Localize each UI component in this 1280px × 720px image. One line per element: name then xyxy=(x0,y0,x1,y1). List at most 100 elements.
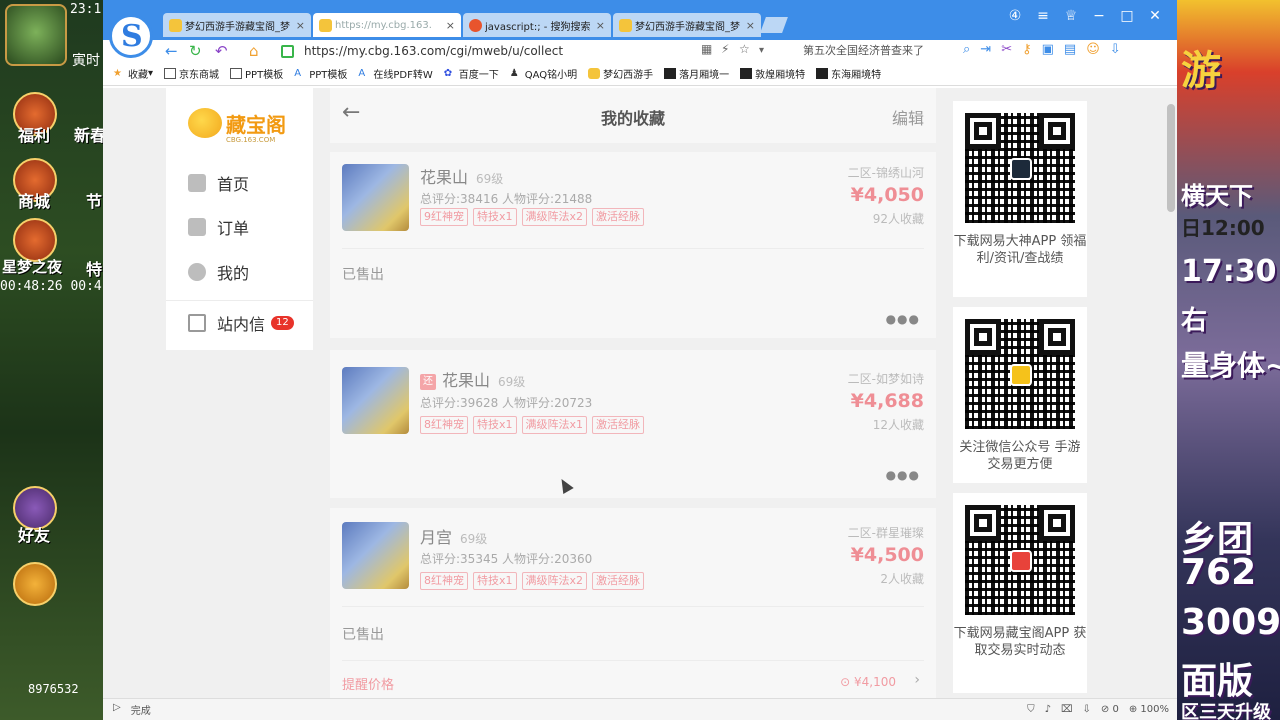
bookmark-pdf[interactable]: A 在线PDF转W xyxy=(358,66,432,81)
page-icon xyxy=(164,68,177,79)
collection-card[interactable]: 月宫 69级 总评分:35345 人物评分:20360 8红神宠 特技x1 满级阵… xyxy=(330,508,936,698)
game-menu-newyear[interactable]: 新春 xyxy=(60,122,103,146)
game-menu-special[interactable]: 特 xyxy=(64,256,103,280)
bookmark-ppt-2[interactable]: A PPT模板 xyxy=(294,66,347,81)
remind-price-button[interactable]: 提醒价格 xyxy=(342,674,394,693)
home-icon xyxy=(188,174,206,192)
close-icon[interactable]: ✕ xyxy=(1141,8,1169,24)
minimize-icon[interactable]: − xyxy=(1085,8,1113,24)
cbg-logo[interactable]: 藏宝阁 xyxy=(188,108,286,138)
download-icon[interactable]: ⇩ xyxy=(1083,704,1091,715)
url-field[interactable]: https://my.cbg.163.com/cgi/mweb/u/collec… xyxy=(281,40,771,62)
game-menu-shop[interactable]: 商城 xyxy=(4,188,64,212)
qr-code-icon[interactable]: ▦ xyxy=(701,42,712,56)
sogou-browser-logo[interactable] xyxy=(109,14,153,58)
tab-close-icon[interactable]: × xyxy=(746,19,755,32)
key-icon[interactable]: ⚷ xyxy=(1022,42,1032,57)
shield-icon[interactable]: ⛉ xyxy=(1027,704,1035,715)
tag: 满级阵法x2 xyxy=(521,208,588,226)
sidebar-item-messages[interactable]: 站内信 12 xyxy=(188,311,294,335)
tag: 激活经脉 xyxy=(592,416,645,434)
bookmark-ppt-1[interactable]: PPT模板 xyxy=(230,66,283,81)
window-controls: ④ ≡ ♕ − □ ✕ xyxy=(1001,8,1169,24)
tab-close-icon[interactable]: × xyxy=(296,19,305,32)
qr-card-wechat: 关注微信公众号 手游交易更方便 xyxy=(953,307,1087,483)
block-icon[interactable]: ⊘ 0 xyxy=(1101,704,1119,715)
zoom-icon[interactable]: ⊕ 100% xyxy=(1129,704,1169,715)
search-icon[interactable]: ⌕ xyxy=(963,42,970,57)
bookmark-luoyue[interactable]: 落月厢境一 xyxy=(664,66,729,81)
apps-icon[interactable]: ▣ xyxy=(1042,42,1054,57)
chevron-right-icon[interactable]: › xyxy=(914,672,920,688)
speaker-icon[interactable]: ♪ xyxy=(1045,704,1051,715)
more-options-icon[interactable]: ●●● xyxy=(886,468,920,482)
tab-cbg-collect[interactable]: https://my.cbg.163. × xyxy=(313,13,461,37)
refresh-icon[interactable]: ↻ xyxy=(189,42,202,60)
bookmark-label: 收藏 xyxy=(128,70,148,81)
tab-title: https://my.cbg.163. xyxy=(335,19,432,31)
page-scrollbar[interactable] xyxy=(1165,92,1177,698)
promo-line-3: 日12:00 xyxy=(1181,216,1265,240)
back-icon[interactable]: ← xyxy=(165,42,178,60)
menu-icon[interactable]: ≡ xyxy=(1029,8,1057,24)
pin-icon[interactable]: ⇥ xyxy=(980,42,991,57)
collection-card[interactable]: 还花果山 69级 总评分:39628 人物评分:20723 8红神宠 特技x1 满… xyxy=(330,350,936,498)
collection-main: ← 我的收藏 编辑 花果山 69级 总评分:38416 人物评分:21488 9红… xyxy=(330,88,936,698)
bookmark-mhxy[interactable]: 梦幻西游手 xyxy=(588,66,653,81)
dropdown-icon[interactable]: ▾ xyxy=(759,45,764,56)
edit-button[interactable]: 编辑 xyxy=(892,105,924,129)
download-icon[interactable]: ⇩ xyxy=(1110,42,1121,57)
qr-code xyxy=(965,113,1075,223)
home-icon[interactable]: ⌂ xyxy=(249,42,259,60)
sold-status: 已售出 xyxy=(342,267,384,283)
sidebar-item-orders[interactable]: 订单 xyxy=(188,215,249,239)
chat-icon[interactable] xyxy=(13,562,57,606)
screenshot-icon[interactable]: ⌧ xyxy=(1061,704,1073,715)
bookmark-jd[interactable]: 京东商城 xyxy=(164,66,219,81)
collection-card[interactable]: 花果山 69级 总评分:38416 人物评分:21488 9红神宠 特技x1 满级… xyxy=(330,152,936,338)
tab-cbg-2[interactable]: 梦幻西游手游藏宝阁_梦 × xyxy=(613,13,761,37)
bookmark-donghai[interactable]: 东海厢境特 xyxy=(816,66,881,81)
window-icon[interactable]: ▤ xyxy=(1064,42,1076,57)
maximize-icon[interactable]: □ xyxy=(1113,8,1141,24)
favorite-count: 12人收藏 xyxy=(872,418,924,432)
game-avatar[interactable] xyxy=(5,4,67,66)
server-name: 二区-锦绣山河 xyxy=(847,166,924,180)
star-icon[interactable]: ☆ xyxy=(739,42,750,56)
game-menu-starnight[interactable]: 星梦之夜 xyxy=(0,256,66,277)
zoom-level: 100% xyxy=(1140,704,1169,715)
sidebar-item-home[interactable]: 首页 xyxy=(188,171,249,195)
bookmark-label: 百度一下 xyxy=(458,70,499,81)
skin-icon[interactable]: ♕ xyxy=(1057,8,1085,24)
bookmark-baidu[interactable]: ✿ 百度一下 xyxy=(444,66,499,81)
more-options-icon[interactable]: ●●● xyxy=(886,312,920,326)
tab-close-icon[interactable]: × xyxy=(596,19,605,32)
game-menu-festival[interactable]: 节 xyxy=(64,188,103,212)
emoji-icon[interactable]: ☺ xyxy=(1086,42,1100,57)
bookmark-favorites[interactable]: ★ 收藏 ▾ xyxy=(113,66,153,81)
scissors-icon[interactable]: ✂ xyxy=(1001,42,1012,57)
bookmark-label: 在线PDF转W xyxy=(373,70,433,81)
bookmark-qaq[interactable]: ♟ QAQ铭小明 xyxy=(510,66,577,81)
tab-cbg-1[interactable]: 梦幻西游手游藏宝阁_梦 × xyxy=(163,13,311,37)
scroll-thumb[interactable] xyxy=(1167,104,1175,212)
undo-icon[interactable]: ↶ xyxy=(215,42,228,60)
lightning-icon[interactable]: ⚡ xyxy=(721,42,729,56)
title-bar: 梦幻西游手游藏宝阁_梦 × https://my.cbg.163. × java… xyxy=(103,0,1177,58)
play-icon[interactable]: ▷ xyxy=(113,702,121,717)
tab-title: 梦幻西游手游藏宝阁_梦 xyxy=(635,21,740,33)
tab-list-icon[interactable]: ④ xyxy=(1001,8,1029,24)
bookmark-dunhuang[interactable]: 敦煌厢境特 xyxy=(740,66,805,81)
penguin-icon: ♟ xyxy=(509,68,519,79)
search-suggestion[interactable]: 第五次全国经济普查来了 xyxy=(803,42,924,58)
sidebar-item-mine[interactable]: 我的 xyxy=(188,260,249,284)
tab-sogou-search[interactable]: javascript:; - 搜狗搜索 × xyxy=(463,13,611,37)
tab-close-icon[interactable]: × xyxy=(446,19,455,32)
game-menu-friends[interactable]: 好友 xyxy=(4,522,64,546)
game-menu-welfare[interactable]: 福利 xyxy=(4,122,64,146)
new-tab-button[interactable] xyxy=(760,17,788,33)
treasure-icon xyxy=(188,108,222,138)
bookmark-label: QAQ铭小明 xyxy=(524,70,578,81)
character-name: 还花果山 69级 xyxy=(420,367,525,391)
tab-title: javascript:; - 搜狗搜索 xyxy=(485,21,591,33)
